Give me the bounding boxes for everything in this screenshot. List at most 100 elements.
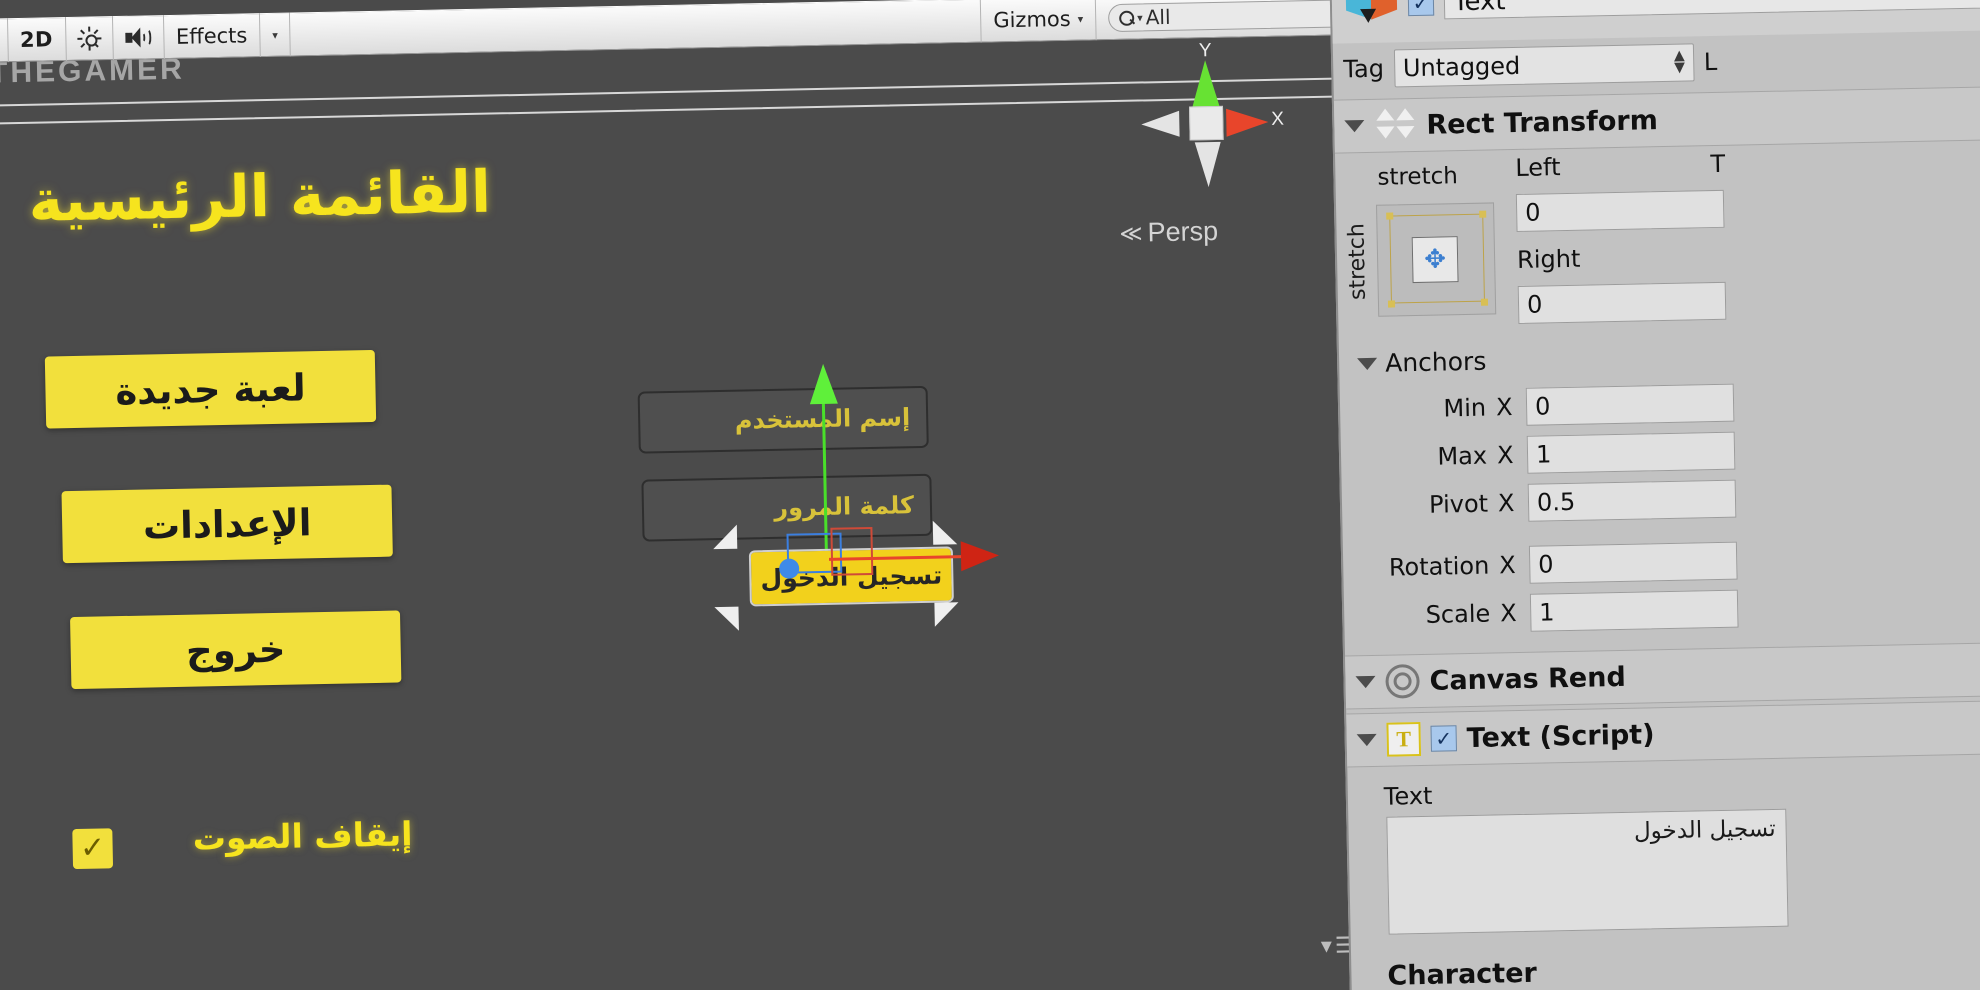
toolbar-lighting-toggle[interactable] <box>65 16 114 62</box>
settings-label: الإعدادات <box>142 500 312 548</box>
settings-button[interactable]: الإعدادات <box>61 484 393 564</box>
chevron-down-icon: ▾ <box>1320 933 1333 960</box>
username-input[interactable]: إسم المستخدم <box>637 385 929 454</box>
sun-icon <box>76 26 101 51</box>
password-placeholder: كلمة المرور <box>773 491 915 522</box>
toolbar-effects-caret[interactable]: ▾ <box>259 12 292 58</box>
gizmo-x-axis-arrow-icon[interactable] <box>960 540 1000 572</box>
component-name-rect-transform: Rect Transform <box>1426 104 1659 141</box>
password-input[interactable]: كلمة المرور <box>641 473 933 542</box>
axis-x-cone-icon[interactable] <box>1226 107 1269 137</box>
exit-button[interactable]: خروج <box>70 610 402 690</box>
scale-row: Scale X 1 <box>1378 589 1739 635</box>
rect-transform-icon <box>1374 106 1417 145</box>
right-input[interactable]: 0 <box>1517 281 1727 324</box>
anchor-corner-bl <box>1387 300 1396 308</box>
anchors-label: Anchors <box>1384 346 1487 378</box>
scale-x-input[interactable]: 1 <box>1529 589 1739 632</box>
projection-mode-toggle[interactable]: ≪ Persp <box>1119 216 1218 249</box>
toolbar-effects-dropdown[interactable]: Effects <box>163 13 261 60</box>
inspector-panel: ✓ Text Tag Untagged ▲ ▼ L Rect Transform… <box>1329 0 1980 990</box>
tag-dropdown[interactable]: Untagged ▲ ▼ <box>1393 43 1695 88</box>
object-name-input[interactable]: Text <box>1443 0 1980 20</box>
scene-viewport[interactable]: THEGAMER القائمة الرئيسية لعبة جديدة الإ… <box>0 34 1412 990</box>
rotation-axis-label: X <box>1498 551 1516 580</box>
rect-transform-body: stretch stretch ✥ Left T 0 Right 0 Ancho… <box>1335 138 1980 632</box>
scale-x-value: 1 <box>1538 598 1555 627</box>
pivot-x-input[interactable]: 0.5 <box>1527 479 1737 522</box>
anchor-corner-tr <box>1479 210 1487 218</box>
component-name-text-script: Text (Script) <box>1466 718 1655 754</box>
search-value: All <box>1145 4 1171 30</box>
canvas-renderer-icon <box>1385 664 1420 699</box>
speaker-icon <box>124 27 152 48</box>
foldout-triangle-icon[interactable] <box>1357 357 1378 370</box>
anchor-corner-tl <box>1386 212 1394 220</box>
toolbar-gizmos-dropdown[interactable]: Gizmos ▾ <box>981 0 1096 43</box>
rotation-x-value: 0 <box>1537 550 1554 579</box>
component-header-canvas-renderer[interactable]: Canvas Rend <box>1345 640 1980 710</box>
effects-label: Effects <box>175 23 248 49</box>
check-icon: ✓ <box>79 830 106 866</box>
screenshot-root: B ▲▼ 2D <box>0 0 1980 990</box>
component-name-canvas-renderer: Canvas Rend <box>1429 661 1627 697</box>
exit-label: خروج <box>185 627 286 673</box>
scale-axis-label: X <box>1499 599 1517 628</box>
right-value-row: 0 <box>1517 281 1727 324</box>
mute-sound-checkbox[interactable]: ✓ <box>72 828 114 870</box>
toolbar-audio-toggle[interactable] <box>112 15 165 61</box>
pivot-label: Pivot <box>1428 489 1489 519</box>
gizmo-y-axis-arrow-icon[interactable] <box>809 363 838 405</box>
pivot-row: Pivot X 0.5 <box>1376 479 1737 525</box>
tag-label: Tag <box>1343 54 1385 84</box>
scene-orientation-gizmo[interactable]: Y X <box>1127 40 1284 200</box>
search-icon <box>1119 10 1134 25</box>
search-filter-caret-icon: ▾ <box>1137 10 1143 25</box>
mute-sound-row: ✓ إيقاف الصوت <box>72 814 413 881</box>
anchor-max-label: Max <box>1437 441 1488 471</box>
gizmos-label: Gizmos <box>993 6 1071 33</box>
toolbar-2d-label: 2D <box>19 27 54 52</box>
foldout-triangle-icon[interactable] <box>1344 120 1365 133</box>
anchor-min-x-input[interactable]: 0 <box>1525 383 1735 426</box>
object-enabled-checkbox[interactable]: ✓ <box>1407 0 1435 17</box>
scale-label: Scale <box>1425 599 1491 629</box>
rotation-row: Rotation X 0 <box>1377 541 1738 587</box>
foldout-triangle-icon[interactable] <box>1356 733 1377 747</box>
new-game-button[interactable]: لعبة جديدة <box>44 349 377 429</box>
main-menu-title: القائمة الرئيسية <box>27 157 492 235</box>
foldout-triangle-icon[interactable] <box>1355 675 1376 689</box>
toolbar-2d-toggle[interactable]: 2D <box>7 17 67 63</box>
projection-label: Persp <box>1147 215 1219 248</box>
axis-negative-y-cone-icon[interactable] <box>1194 141 1222 188</box>
right-value: 0 <box>1526 290 1543 319</box>
pivot-axis-label: X <box>1497 489 1515 518</box>
anchor-preset-vertical-label: stretch <box>1344 222 1371 301</box>
layer-label: L <box>1703 47 1718 77</box>
text-value-textarea[interactable]: تسجيل الدخول <box>1386 808 1789 935</box>
gameobject-cube-icon <box>1341 0 1398 32</box>
rotation-label: Rotation <box>1388 551 1490 582</box>
left-value: 0 <box>1524 198 1541 227</box>
anchor-min-row: Min X 0 <box>1374 383 1735 429</box>
rotation-x-input[interactable]: 0 <box>1528 541 1738 584</box>
check-icon: ✓ <box>1435 726 1453 751</box>
anchors-foldout-row[interactable]: Anchors <box>1357 347 1487 379</box>
top-label: T <box>1710 149 1726 179</box>
gizmo-plane-handle-yz[interactable] <box>830 526 874 576</box>
anchor-min-x-value: 0 <box>1534 392 1551 421</box>
anchor-preset-button[interactable]: ✥ <box>1376 202 1497 317</box>
component-header-text-script[interactable]: T ✓ Text (Script) <box>1346 698 1980 768</box>
axis-negative-x-cone-icon[interactable] <box>1141 110 1180 138</box>
text-component-enabled-checkbox[interactable]: ✓ <box>1430 725 1457 752</box>
left-input[interactable]: 0 <box>1515 189 1725 232</box>
anchor-max-x-value: 1 <box>1535 440 1552 469</box>
character-section-label: Character <box>1387 957 1538 990</box>
right-label: Right <box>1516 244 1581 274</box>
check-icon: ✓ <box>1412 0 1430 16</box>
anchor-min-label: Min <box>1443 393 1487 423</box>
anchor-max-x-input[interactable]: 1 <box>1526 431 1736 474</box>
axis-y-cone-icon[interactable] <box>1191 59 1221 109</box>
new-game-label: لعبة جديدة <box>114 365 307 413</box>
axis-center-cube-icon[interactable] <box>1188 105 1224 141</box>
